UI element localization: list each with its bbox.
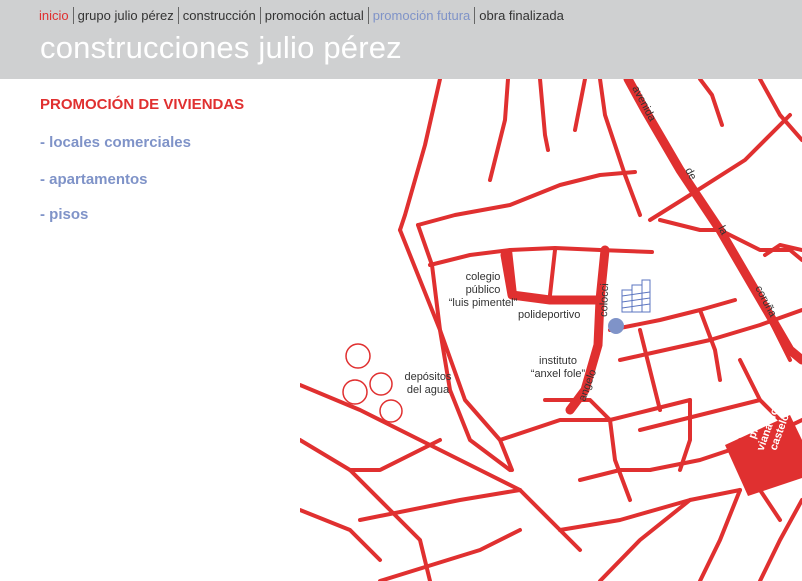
link-locales-comerciales[interactable]: - locales comerciales <box>40 134 191 151</box>
nav-inicio[interactable]: inicio <box>35 7 73 24</box>
nav-grupo-julio-perez[interactable]: grupo julio pérez <box>74 7 178 24</box>
nav-construccion[interactable]: construcción <box>179 7 260 24</box>
label-colegio: colegio público “luis pimentel” <box>436 271 530 310</box>
label-colegio-line2: público <box>465 284 501 296</box>
deposit-circle <box>379 399 403 423</box>
nav-promocion-futura[interactable]: promoción futura <box>369 7 475 24</box>
deposit-circle <box>342 379 368 405</box>
label-instituto-line2: “anxel fole” <box>530 368 586 380</box>
street-label-avenida: avenida <box>629 84 658 124</box>
header-bar: inicio grupo julio pérez construcción pr… <box>0 0 802 79</box>
water-deposits <box>342 343 403 423</box>
link-apartamentos[interactable]: - apartamentos <box>40 171 148 188</box>
link-pisos[interactable]: - pisos <box>40 206 88 223</box>
label-depositos-line2: del agua <box>406 384 450 396</box>
label-colegio-line3: “luis pimentel” <box>448 297 518 309</box>
main-nav: inicio grupo julio pérez construcción pr… <box>35 7 568 24</box>
deposit-circle <box>369 372 393 396</box>
label-depositos: depósitos del agua <box>398 371 458 397</box>
promo-title: PROMOCIÓN DE VIVIENDAS <box>40 96 245 113</box>
deposit-circle <box>345 343 371 369</box>
street-label-coruna: coruña <box>752 284 779 320</box>
label-colegio-line1: colegio <box>465 271 501 283</box>
plaza-viana-do-castelo: plaza viana do castelo <box>725 406 802 496</box>
label-polideportivo: polideportivo <box>518 309 581 321</box>
nav-obra-finalizada[interactable]: obra finalizada <box>475 7 568 24</box>
label-instituto: instituto “anxel fole” <box>518 355 598 381</box>
location-marker-icon <box>608 318 624 334</box>
street-grid <box>300 79 802 581</box>
building-icon <box>621 279 651 313</box>
location-map: plaza viana do castelo avenida de la cor… <box>300 79 802 581</box>
street-label-colocci: colocci <box>598 283 611 317</box>
label-depositos-line1: depósitos <box>404 371 452 383</box>
site-title: construcciones julio pérez <box>40 30 402 65</box>
label-instituto-line1: instituto <box>539 355 577 367</box>
nav-promocion-actual[interactable]: promoción actual <box>261 7 368 24</box>
